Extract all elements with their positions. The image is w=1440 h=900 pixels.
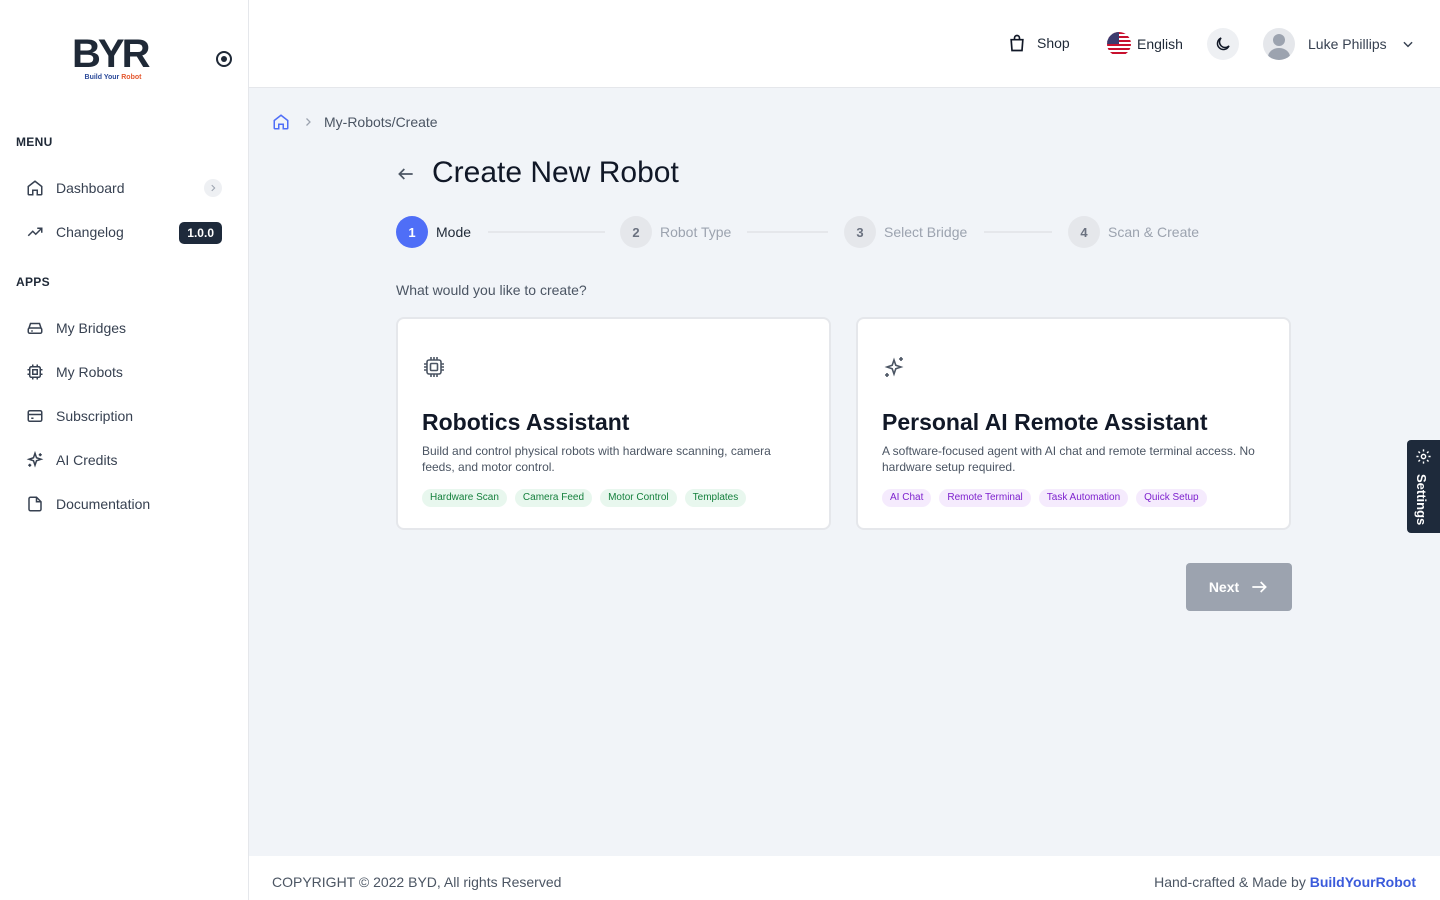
- us-flag-icon: [1107, 32, 1131, 56]
- step-connector: [747, 231, 828, 233]
- file-icon: [26, 495, 44, 513]
- language-selector[interactable]: English: [1107, 32, 1183, 56]
- top-header: Shop English Luke Phillips: [249, 0, 1440, 88]
- feature-tags: AI Chat Remote Terminal Task Automation …: [882, 489, 1215, 507]
- sidebar-item-ai-credits[interactable]: AI Credits: [16, 442, 232, 478]
- sparkles-icon: [882, 355, 906, 379]
- step-robot-type[interactable]: 2 Robot Type: [620, 216, 731, 248]
- step-label: Robot Type: [660, 224, 732, 240]
- step-connector: [984, 231, 1052, 233]
- sidebar-item-documentation[interactable]: Documentation: [16, 486, 232, 522]
- moon-icon: [1214, 35, 1232, 53]
- step-mode[interactable]: 1 Mode: [396, 216, 471, 248]
- shop-label: Shop: [1037, 35, 1070, 51]
- step-select-bridge[interactable]: 3 Select Bridge: [844, 216, 967, 248]
- card-description: Build and control physical robots with h…: [422, 444, 771, 474]
- breadcrumb: My-Robots/Create: [272, 113, 438, 131]
- sidebar-item-label: Changelog: [56, 224, 124, 240]
- step-label: Mode: [436, 224, 472, 240]
- version-badge: 1.0.0: [179, 222, 222, 244]
- chevron-right-icon: [302, 116, 314, 128]
- step-number: 2: [620, 216, 652, 248]
- step-scan-create[interactable]: 4 Scan & Create: [1068, 216, 1199, 248]
- copyright-text: COPYRIGHT © 2022 BYD, All rights Reserve…: [272, 874, 562, 890]
- feature-tag: AI Chat: [882, 489, 932, 507]
- sidebar-item-changelog[interactable]: Changelog 1.0.0: [16, 214, 232, 250]
- feature-tag: Task Automation: [1038, 489, 1129, 507]
- page-title: Create New Robot: [432, 156, 679, 189]
- step-number: 4: [1068, 216, 1100, 248]
- sidebar-item-label: My Robots: [56, 364, 123, 380]
- mode-prompt: What would you like to create?: [396, 282, 587, 298]
- theme-toggle-button[interactable]: [1207, 28, 1239, 60]
- step-label: Scan & Create: [1108, 224, 1200, 240]
- sidebar-item-my-bridges[interactable]: My Bridges: [16, 310, 232, 346]
- step-connector: [488, 231, 605, 233]
- step-number: 3: [844, 216, 876, 248]
- feature-tag: Quick Setup: [1136, 489, 1207, 507]
- sidebar-item-dashboard[interactable]: Dashboard: [16, 170, 232, 206]
- credit-card-icon: [26, 407, 44, 425]
- sparkles-icon: [26, 451, 44, 469]
- feature-tag: Remote Terminal: [939, 489, 1031, 507]
- server-icon: [26, 319, 44, 337]
- chevron-right-icon[interactable]: [204, 179, 222, 197]
- made-by-text: Hand-crafted & Made by BuildYourRobot: [1154, 874, 1416, 890]
- feature-tag: Camera Feed: [514, 489, 593, 507]
- logo-tagline: Build Your Robot: [84, 74, 142, 81]
- user-name: Luke Phillips: [1308, 36, 1387, 52]
- breadcrumb-current: My-Robots/Create: [324, 114, 438, 130]
- menu-section-label: MENU: [16, 135, 53, 149]
- card-title: Robotics Assistant: [422, 409, 630, 435]
- feature-tags: Hardware Scan Camera Feed Motor Control …: [422, 489, 754, 507]
- feature-tag: Motor Control: [600, 489, 677, 507]
- shop-link[interactable]: Shop: [1007, 32, 1070, 54]
- feature-tag: Templates: [684, 489, 747, 507]
- brand-logo[interactable]: BYR Build Your Robot: [70, 32, 156, 86]
- user-menu[interactable]: Luke Phillips: [1263, 28, 1415, 60]
- sidebar-item-label: AI Credits: [56, 452, 118, 468]
- next-button-label: Next: [1208, 579, 1240, 595]
- chevron-down-icon: [1401, 37, 1415, 51]
- sidebar-item-label: Subscription: [56, 408, 134, 424]
- chip-icon: [422, 355, 446, 379]
- apps-section-label: APPS: [16, 275, 50, 289]
- shopping-bag-icon: [1007, 32, 1027, 54]
- chip-icon: [26, 363, 44, 381]
- logo-letters: BYR: [72, 32, 150, 76]
- back-arrow-icon[interactable]: [396, 164, 416, 184]
- step-number: 1: [396, 216, 428, 248]
- language-label: English: [1137, 36, 1183, 52]
- gear-icon: [1415, 448, 1432, 470]
- sidebar-collapse-toggle[interactable]: [216, 51, 232, 67]
- sidebar-item-subscription[interactable]: Subscription: [16, 398, 232, 434]
- home-icon[interactable]: [272, 113, 290, 131]
- personal-ai-assistant-card[interactable]: Personal AI Remote Assistant A software-…: [856, 317, 1291, 530]
- avatar: [1263, 28, 1295, 60]
- card-title: Personal AI Remote Assistant: [882, 409, 1208, 435]
- settings-label: Settings: [1414, 474, 1429, 526]
- sidebar: BYR Build Your Robot MENU Dashboard Chan…: [0, 0, 249, 900]
- footer: COPYRIGHT © 2022 BYD, All rights Reserve…: [249, 856, 1440, 900]
- next-button[interactable]: Next: [1186, 563, 1292, 611]
- settings-drawer-tab[interactable]: Settings: [1407, 440, 1440, 533]
- feature-tag: Hardware Scan: [422, 489, 507, 507]
- sidebar-item-my-robots[interactable]: My Robots: [16, 354, 232, 390]
- card-description: A software-focused agent with AI chat an…: [882, 444, 1255, 474]
- sidebar-item-label: Documentation: [56, 496, 151, 512]
- home-icon: [26, 179, 44, 197]
- sidebar-item-label: My Bridges: [56, 320, 127, 336]
- arrow-right-icon: [1239, 577, 1269, 597]
- step-label: Select Bridge: [884, 224, 968, 240]
- robotics-assistant-card[interactable]: Robotics Assistant Build and control phy…: [396, 317, 831, 530]
- trending-icon: [26, 223, 44, 241]
- sidebar-item-label: Dashboard: [56, 180, 125, 196]
- brand-link[interactable]: BuildYourRobot: [1310, 874, 1416, 890]
